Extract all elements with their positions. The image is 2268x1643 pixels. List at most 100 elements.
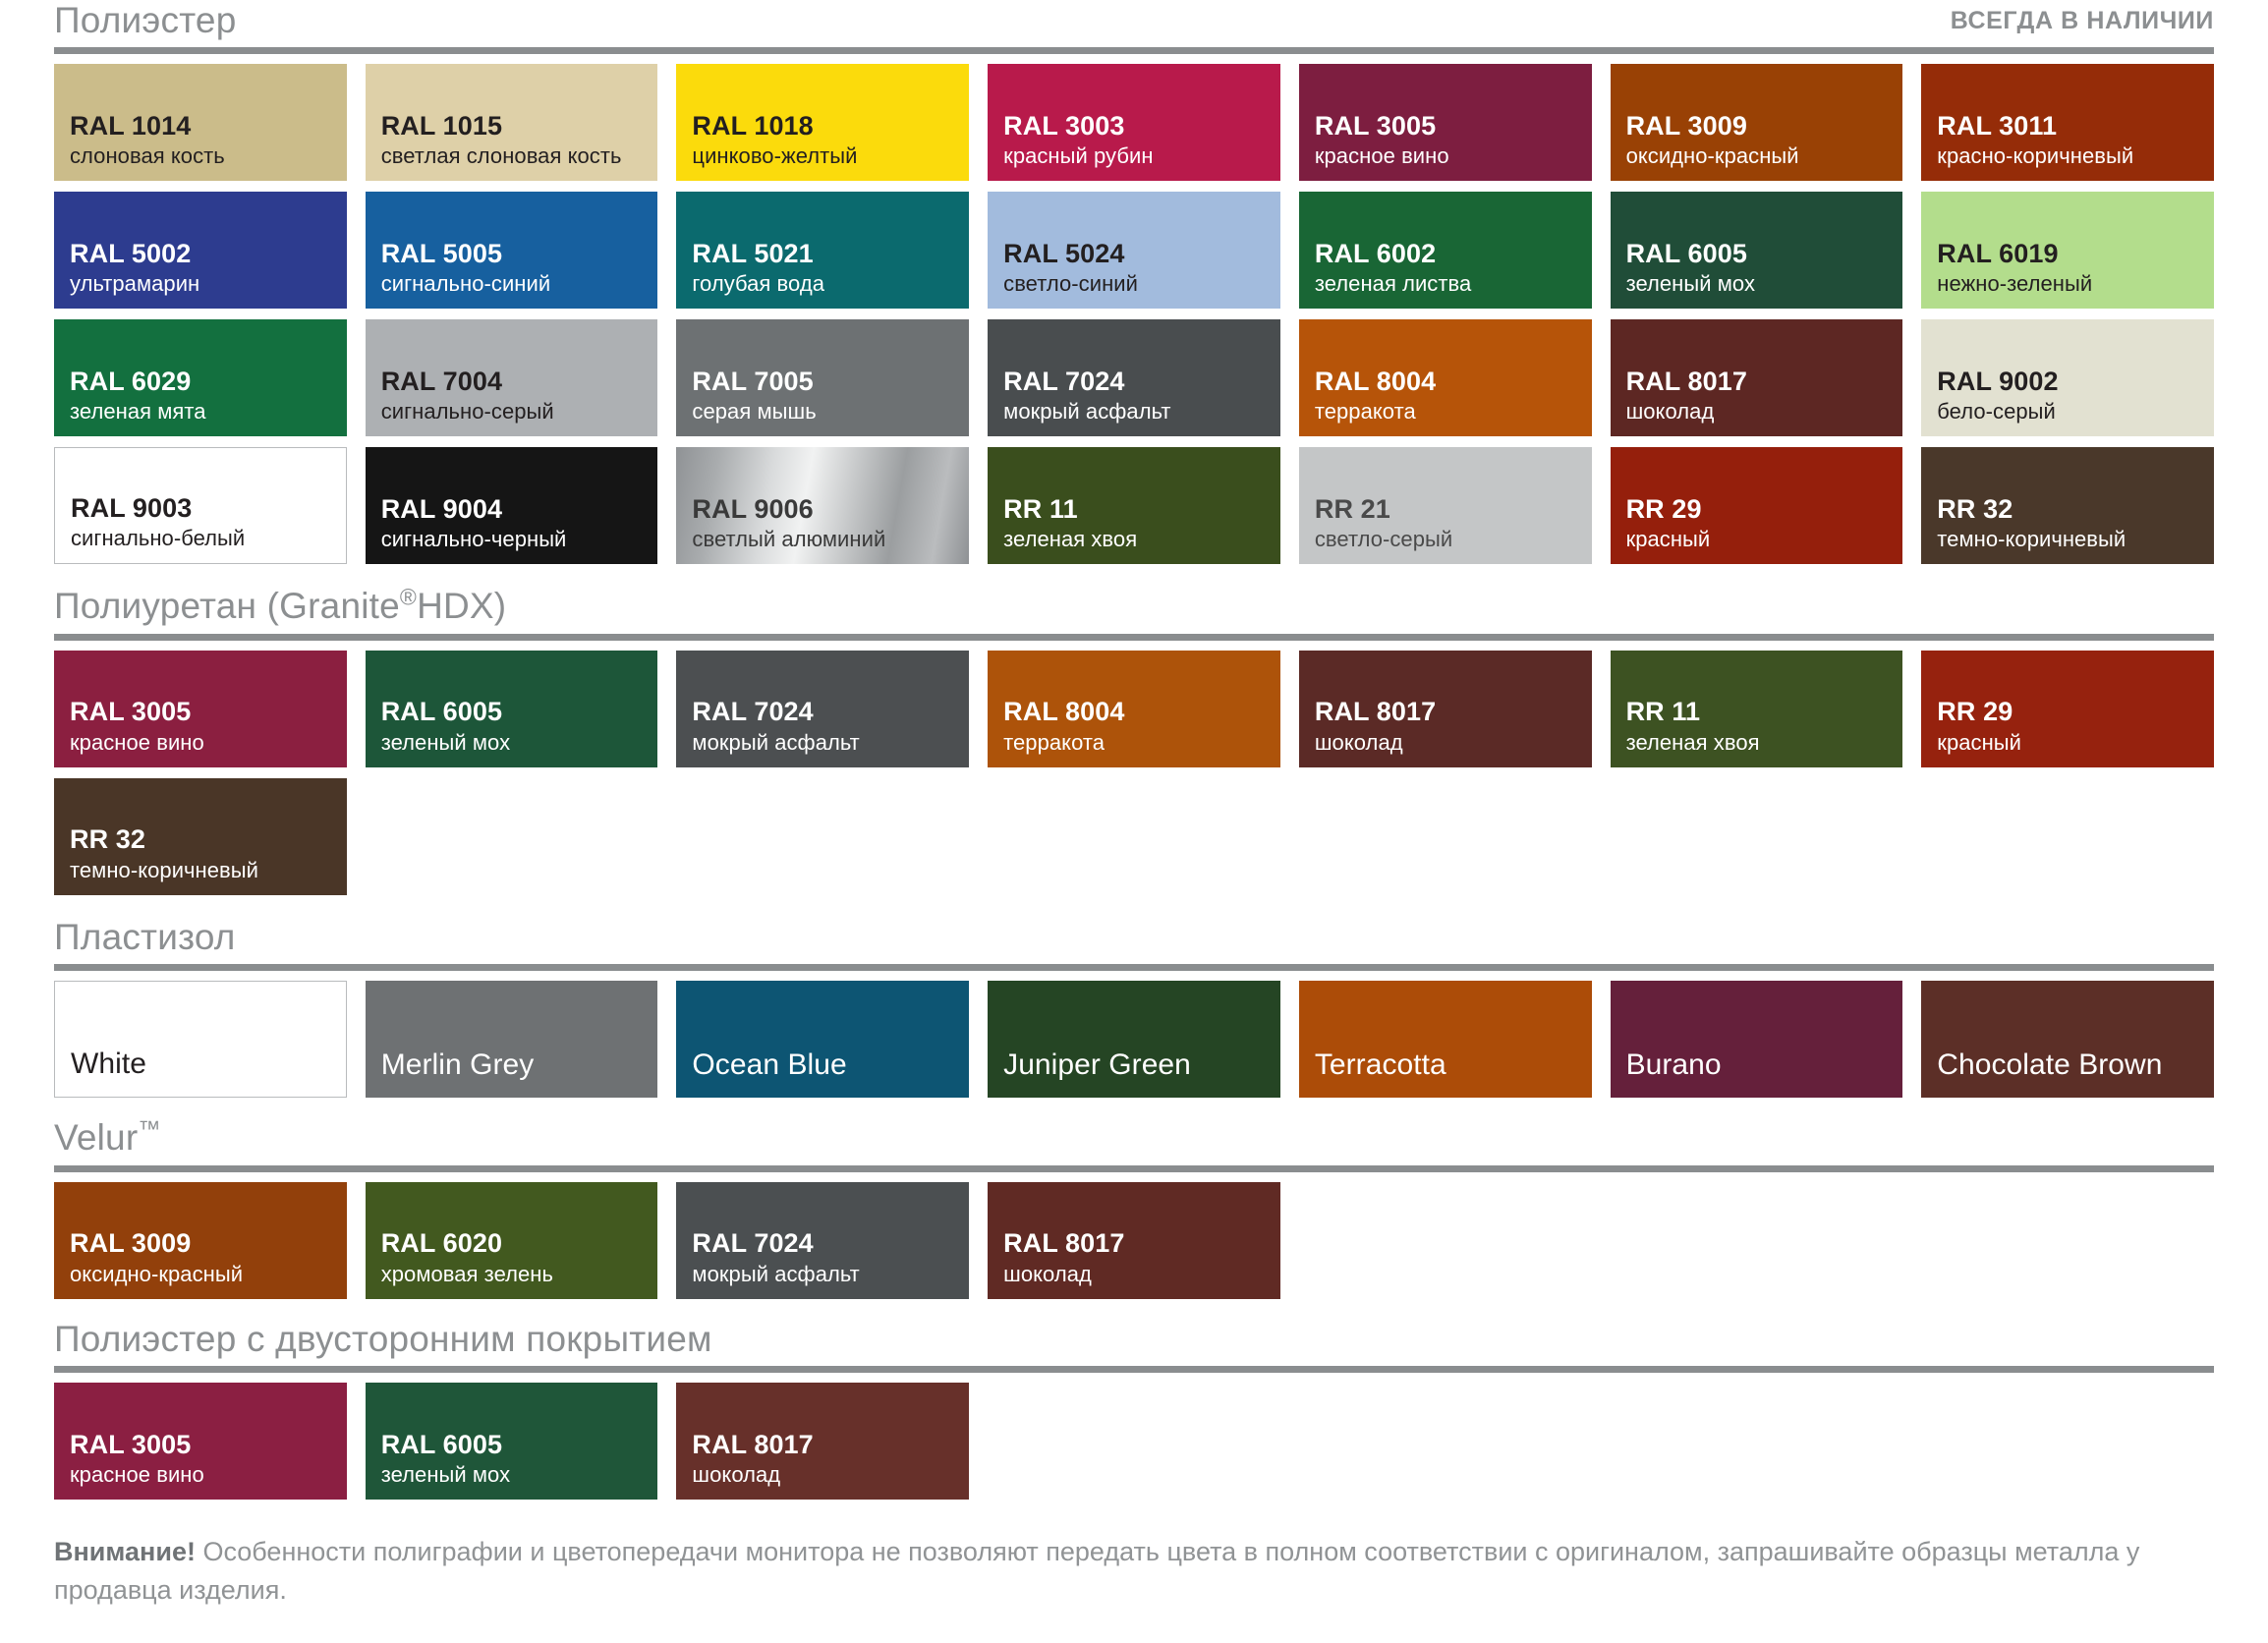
- swatch-name: Juniper Green: [1003, 1048, 1191, 1082]
- color-swatch[interactable]: RAL 8017 шоколад: [988, 1181, 1280, 1299]
- swatch-name: терракота: [1003, 729, 1106, 755]
- color-swatch[interactable]: RAL 7004 сигнально-серый: [365, 319, 658, 437]
- color-swatch[interactable]: Juniper Green: [988, 981, 1280, 1099]
- color-swatch[interactable]: RAL 8017 шоколад: [1298, 650, 1592, 767]
- color-swatch[interactable]: RAL 3003 красный рубин: [988, 64, 1280, 182]
- swatch-name: оксидно-красный: [70, 1261, 244, 1286]
- swatch-code: RAL 7024: [692, 1228, 814, 1259]
- color-swatch[interactable]: RAL 6002 зеленая листва: [1298, 192, 1592, 310]
- color-swatch[interactable]: White: [54, 981, 347, 1099]
- swatch-name: Chocolate Brown: [1937, 1048, 2163, 1082]
- section-header-velur: Velur™: [54, 1117, 2214, 1158]
- color-swatch[interactable]: RAL 3005 красное вино: [54, 1383, 347, 1501]
- swatch-name: шоколад: [692, 1462, 781, 1488]
- color-swatch[interactable]: RAL 1018 цинково-желтый: [676, 64, 970, 182]
- color-swatch[interactable]: RAL 9006 светлый алюминий: [676, 447, 970, 565]
- color-swatch[interactable]: RAL 9003 сигнально-белый: [54, 447, 347, 565]
- color-swatch[interactable]: RAL 3005 красное вино: [1298, 64, 1592, 182]
- swatch-code: RAL 7004: [380, 366, 503, 396]
- color-swatch[interactable]: RAL 1014 слоновая кость: [54, 64, 347, 182]
- disclaimer-note: Внимание! Особенности полиграфии и цвето…: [54, 1533, 2214, 1609]
- swatch-code: RR 32: [1937, 493, 2013, 524]
- section-header-polyester-double: Полиэстер с двусторонним покрытием: [54, 1319, 2214, 1359]
- color-swatch[interactable]: RR 32 темно-коричневый: [54, 777, 347, 895]
- swatch-name: мокрый асфальт: [1003, 399, 1171, 425]
- color-swatch[interactable]: RAL 6005 зеленый мох: [1610, 192, 1903, 310]
- swatch-code: RAL 8017: [692, 1429, 814, 1459]
- color-swatch[interactable]: Chocolate Brown: [1921, 981, 2214, 1099]
- swatch-code: RR 11: [1003, 493, 1078, 524]
- swatch-code: RAL 5024: [1003, 238, 1125, 268]
- swatch-code: RAL 1018: [692, 110, 814, 141]
- swatch-name: зеленая хвоя: [1003, 527, 1138, 552]
- swatch-code: RAL 3003: [1003, 110, 1125, 141]
- color-swatch[interactable]: Merlin Grey: [365, 981, 658, 1099]
- section-header-polyester: Полиэстер ВСЕГДА В НАЛИЧИИ: [54, 0, 2214, 40]
- color-swatch[interactable]: RR 21 светло-серый: [1298, 447, 1592, 565]
- section-polyester-double: Полиэстер с двусторонним покрытием RAL 3…: [54, 1319, 2214, 1501]
- swatch-code: RAL 8017: [1314, 697, 1437, 727]
- swatch-name: шоколад: [1625, 399, 1715, 425]
- color-swatch[interactable]: RAL 8004 терракота: [988, 650, 1280, 767]
- swatch-name: зеленый мох: [1625, 271, 1756, 297]
- swatch-code: RAL 6020: [380, 1228, 503, 1259]
- color-swatch[interactable]: RAL 6020 хромовая зелень: [365, 1181, 658, 1299]
- color-swatch[interactable]: RAL 7005 серая мышь: [676, 319, 970, 437]
- color-swatch[interactable]: RAL 6029 зеленая мята: [54, 319, 347, 437]
- swatch-name: White: [71, 1048, 146, 1081]
- color-swatch[interactable]: RAL 3009 оксидно-красный: [54, 1181, 347, 1299]
- swatch-name: цинково-желтый: [692, 143, 858, 169]
- color-swatch[interactable]: RAL 3009 оксидно-красный: [1610, 64, 1903, 182]
- swatch-code: RAL 7024: [1003, 366, 1125, 396]
- color-swatch[interactable]: RAL 5021 голубая вода: [676, 192, 970, 310]
- swatch-code: RAL 7005: [692, 366, 814, 396]
- color-swatch[interactable]: RAL 9002 бело-серый: [1921, 319, 2214, 437]
- swatch-name: голубая вода: [692, 271, 825, 297]
- color-swatch[interactable]: Burano: [1610, 981, 1903, 1099]
- color-swatch[interactable]: RR 32 темно-коричневый: [1921, 447, 2214, 565]
- color-swatch[interactable]: RAL 5024 светло-синий: [988, 192, 1280, 310]
- color-swatch[interactable]: RAL 6019 нежно-зеленый: [1921, 192, 2214, 310]
- swatch-grid-polyester: RAL 1014 слоновая кость RAL 1015 светлая сл…: [54, 64, 2214, 565]
- color-swatch[interactable]: RR 29 красный: [1610, 447, 1903, 565]
- swatch-code: RAL 6005: [380, 1429, 503, 1459]
- color-swatch[interactable]: RAL 3005 красное вино: [54, 650, 347, 767]
- swatch-name: нежно-зеленый: [1937, 271, 2093, 297]
- color-swatch[interactable]: RAL 8017 шоколад: [676, 1383, 970, 1501]
- swatch-name: зеленая хвоя: [1625, 729, 1760, 755]
- swatch-grid-polyurethane: RAL 3005 красное вино RAL 6005 зеленый мох R…: [54, 650, 2214, 895]
- color-swatch[interactable]: RAL 6005 зеленый мох: [365, 1383, 658, 1501]
- section-divider: [54, 1366, 2214, 1374]
- color-swatch[interactable]: RR 29 красный: [1921, 650, 2214, 767]
- swatch-name: шоколад: [1314, 729, 1403, 755]
- section-title-velur: Velur™: [54, 1115, 161, 1159]
- color-swatch[interactable]: RAL 7024 мокрый асфальт: [676, 650, 970, 767]
- color-swatch[interactable]: RR 11 зеленая хвоя: [1610, 650, 1903, 767]
- color-swatch[interactable]: RAL 7024 мокрый асфальт: [988, 319, 1280, 437]
- color-swatch[interactable]: RAL 5002 ультрамарин: [54, 192, 347, 310]
- color-swatch[interactable]: RAL 7024 мокрый асфальт: [676, 1181, 970, 1299]
- color-swatch[interactable]: RAL 8004 терракота: [1298, 319, 1592, 437]
- swatch-name: сигнально-белый: [71, 526, 246, 551]
- color-swatch[interactable]: RAL 8017 шоколад: [1610, 319, 1903, 437]
- swatch-code: RAL 9004: [380, 493, 503, 524]
- color-swatch[interactable]: RAL 5005 сигнально-синий: [365, 192, 658, 310]
- swatch-name: оксидно-красный: [1625, 143, 1799, 169]
- color-swatch[interactable]: Ocean Blue: [676, 981, 970, 1099]
- color-swatch[interactable]: RAL 6005 зеленый мох: [365, 650, 658, 767]
- color-swatch[interactable]: RAL 1015 светлая слоновая кость: [365, 64, 658, 182]
- swatch-code: RAL 3005: [70, 697, 192, 727]
- swatch-code: RAL 5005: [380, 238, 503, 268]
- color-swatch[interactable]: RAL 9004 сигнально-черный: [365, 447, 658, 565]
- swatch-name: зеленый мох: [380, 1462, 511, 1488]
- color-swatch[interactable]: RR 11 зеленая хвоя: [988, 447, 1280, 565]
- swatch-name: слоновая кость: [70, 143, 225, 169]
- swatch-name: Merlin Grey: [380, 1048, 535, 1082]
- color-swatch[interactable]: RAL 3011 красно-коричневый: [1921, 64, 2214, 182]
- color-swatch[interactable]: Terracotta: [1298, 981, 1592, 1099]
- swatch-code: RAL 3011: [1937, 110, 2058, 141]
- swatch-code: RR 29: [1625, 493, 1702, 524]
- swatch-code: RAL 6005: [380, 697, 503, 727]
- color-chart-page: Полиэстер ВСЕГДА В НАЛИЧИИ RAL 1014 слоно…: [0, 0, 2268, 1643]
- swatch-name: зеленая мята: [70, 399, 206, 425]
